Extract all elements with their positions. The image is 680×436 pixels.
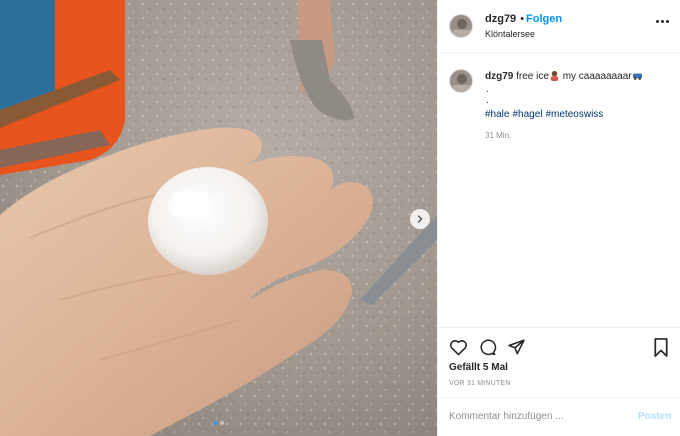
location-link[interactable]: Klöntalersee [485, 29, 535, 39]
follow-button[interactable]: Folgen [526, 13, 562, 25]
post-sidebar: dzg79 • Folgen Klöntalersee dzg79 free ice… [437, 0, 680, 436]
caption-avatar[interactable] [449, 69, 473, 93]
caption-text: dzg79 free ice my caaaaaaaar [485, 70, 670, 83]
next-slide-button[interactable] [410, 209, 430, 229]
instagram-post: dzg79 • Folgen Klöntalersee dzg79 free ice… [0, 0, 680, 436]
comment-input[interactable] [449, 411, 619, 422]
post-header: dzg79 • Folgen Klöntalersee [438, 0, 680, 53]
person-emoji-icon [550, 70, 559, 81]
hashtag-link[interactable]: #meteoswiss [546, 109, 604, 120]
like-count[interactable]: Gefällt 5 Mal [449, 362, 508, 373]
hailstone-photo [0, 0, 437, 436]
caption-username[interactable]: dzg79 [485, 71, 513, 82]
carousel-dot-2 [220, 421, 224, 425]
more-options-icon[interactable] [656, 20, 669, 23]
bookmark-icon[interactable] [653, 338, 669, 362]
post-comment-button[interactable]: Posten [638, 411, 671, 422]
caption-dot-1: . [486, 84, 489, 95]
post-media[interactable] [0, 0, 437, 436]
comment-bubble-icon[interactable] [478, 338, 497, 361]
header-separator: • [520, 13, 525, 25]
carousel-dot-1 [213, 421, 217, 425]
paper-plane-icon[interactable] [507, 338, 526, 361]
caption-text-before: free ice [513, 71, 549, 82]
caption-age: 31 Min. [485, 131, 512, 140]
caption-text-middle: my caaaaaaaar [559, 71, 632, 82]
car-emoji-icon [632, 73, 642, 80]
post-timestamp: VOR 31 MINUTEN [449, 380, 511, 387]
comment-box: Posten [438, 397, 680, 436]
chevron-right-icon [417, 215, 423, 223]
caption-dot-2: . [486, 95, 489, 106]
hashtag-link[interactable]: #hale [485, 109, 509, 120]
header-username[interactable]: dzg79 [485, 13, 516, 25]
hashtag-link[interactable]: #hagel [512, 109, 542, 120]
carousel-indicator [0, 421, 437, 425]
actions-bar [438, 327, 680, 328]
avatar[interactable] [449, 14, 473, 38]
heart-icon[interactable] [449, 338, 468, 361]
hashtags: #hale #hagel #meteoswiss [485, 109, 606, 120]
